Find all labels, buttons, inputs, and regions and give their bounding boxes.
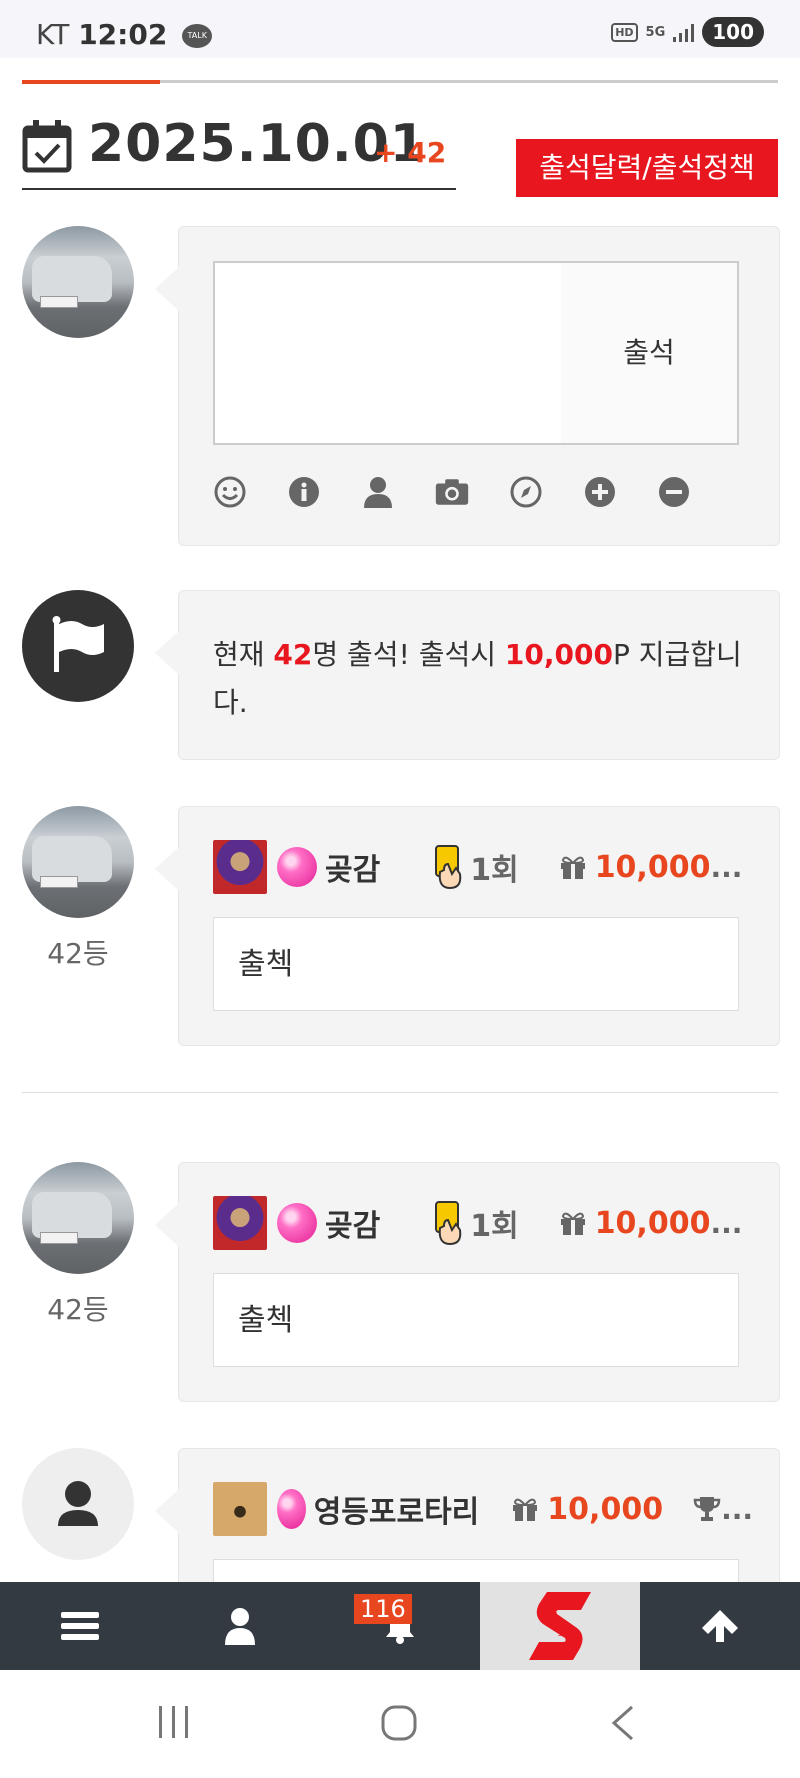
notice-avatar [22, 590, 134, 702]
battery-icon: 100 [702, 17, 764, 47]
minus-circle-icon[interactable] [657, 475, 691, 509]
yellow-card-badge: 1회 [432, 844, 519, 890]
card-count: 1회 [470, 853, 519, 888]
info-icon[interactable] [287, 475, 321, 509]
notice-points: 10,000 [504, 638, 613, 671]
pink-ball-icon [277, 1489, 306, 1529]
divider [22, 1092, 778, 1093]
compass-icon[interactable] [509, 475, 543, 509]
level-wizard-icon [213, 1196, 267, 1250]
gift-icon [560, 856, 585, 879]
signal-icon [673, 22, 695, 42]
yellow-card-icon [435, 1201, 462, 1246]
checkin-form: 출석 [155, 226, 780, 546]
card-count: 1회 [470, 1209, 519, 1244]
date-header: 2025.10.01 + 42 [22, 112, 456, 190]
notification-badge: 116 [354, 1594, 412, 1624]
yellow-card-badge: 1회 [432, 1200, 519, 1246]
notice-text: 현재 42명 출석! 출석시 10,000P 지급합니다. [213, 631, 753, 727]
entry-comment: 출첵 [213, 917, 739, 1011]
network-icon: 5G [645, 24, 666, 40]
status-left: KT 12:02 TALK [36, 18, 213, 51]
home-icon[interactable] [380, 1704, 418, 1742]
checkin-submit-button[interactable]: 출석 [561, 261, 739, 445]
tab-active-indicator[interactable] [22, 80, 160, 84]
smile-icon[interactable] [213, 475, 247, 509]
gift-points: 10,000... [559, 1205, 743, 1241]
attendance-policy-button[interactable]: 출석달력/출석정책 [516, 139, 778, 197]
nav-profile[interactable] [160, 1582, 320, 1670]
trophy-badge: ... [693, 1493, 753, 1526]
entry-nickname[interactable]: 곶감 [325, 845, 380, 889]
attendance-delta: + 42 [374, 136, 447, 169]
more-ellipsis: ... [721, 1492, 753, 1526]
calendar-check-icon [22, 120, 72, 173]
logo-letter: S [557, 1629, 562, 1638]
entry-points: 10,000 [594, 1205, 711, 1241]
back-icon[interactable] [608, 1704, 638, 1742]
nav-menu[interactable] [0, 1582, 160, 1670]
trophy-icon [693, 1497, 721, 1521]
notice-box: 현재 42명 출석! 출석시 10,000P 지급합니다. [155, 590, 780, 760]
person-icon [58, 1481, 98, 1526]
level-wizard-icon [213, 840, 267, 894]
attendance-entry: 곶감 1회 10,000... 출첵 [155, 806, 780, 1046]
system-nav-bar [0, 1670, 800, 1778]
entry-points: 10,000 [547, 1491, 664, 1527]
flag-icon [52, 616, 104, 672]
entry-avatar[interactable] [22, 806, 134, 918]
entry-rank: 42등 [47, 1293, 109, 1326]
more-ellipsis: ... [710, 850, 743, 884]
form-toolbar [213, 475, 691, 509]
entry-header: 곶감 1회 10,000... [213, 1195, 753, 1251]
nav-scroll-top[interactable] [640, 1582, 800, 1670]
status-bar: KT 12:02 TALK HD 5G 100 [0, 0, 800, 58]
bottom-nav: 116 S [0, 1582, 800, 1670]
entry-avatar[interactable] [22, 1448, 134, 1560]
pug-icon [213, 1482, 267, 1536]
status-right: HD 5G 100 [611, 17, 764, 47]
my-avatar [22, 226, 134, 338]
entry-rank: 42등 [47, 937, 109, 970]
yellow-card-icon [435, 845, 462, 890]
gift-points: 10,000 [511, 1492, 663, 1527]
gift-icon [513, 1498, 538, 1521]
menu-icon [61, 1612, 99, 1640]
camera-icon[interactable] [435, 475, 469, 509]
more-ellipsis: ... [710, 1206, 743, 1240]
nav-home-logo[interactable]: S [480, 1582, 640, 1670]
clock: 12:02 [78, 18, 168, 51]
entry-nickname[interactable]: 곶감 [325, 1201, 380, 1245]
user-icon [225, 1608, 255, 1645]
comment-textarea[interactable] [213, 261, 563, 445]
hd-icon: HD [611, 22, 638, 42]
nav-notifications[interactable]: 116 [320, 1582, 480, 1670]
level-pug-icon [213, 1482, 267, 1536]
pink-ball-icon [277, 1203, 317, 1243]
gift-icon [560, 1212, 585, 1235]
notice-count: 42 [273, 638, 313, 671]
user-icon[interactable] [361, 475, 395, 509]
pink-ball-icon [277, 847, 317, 887]
entry-points: 10,000 [594, 849, 711, 885]
plus-circle-icon[interactable] [583, 475, 617, 509]
recent-apps-icon[interactable] [156, 1704, 192, 1740]
gift-points: 10,000... [559, 849, 743, 885]
attendance-entry: 곶감 1회 10,000... 출첵 [155, 1162, 780, 1402]
arrow-up-icon [702, 1610, 738, 1642]
entry-nickname[interactable]: 영등포로타리 [314, 1487, 480, 1531]
entry-comment: 출첵 [213, 1273, 739, 1367]
entry-header: 영등포로타리 10,000 ... [213, 1481, 753, 1537]
tab-indicator-line [22, 80, 778, 84]
talk-icon: TALK [182, 24, 213, 48]
carrier: KT [36, 18, 70, 51]
notice-text-1: 현재 [213, 638, 274, 671]
site-logo-icon: S [529, 1592, 591, 1660]
notice-text-2: 명 출석! 출석시 [312, 638, 505, 671]
entry-avatar[interactable] [22, 1162, 134, 1274]
entry-header: 곶감 1회 10,000... [213, 839, 753, 895]
